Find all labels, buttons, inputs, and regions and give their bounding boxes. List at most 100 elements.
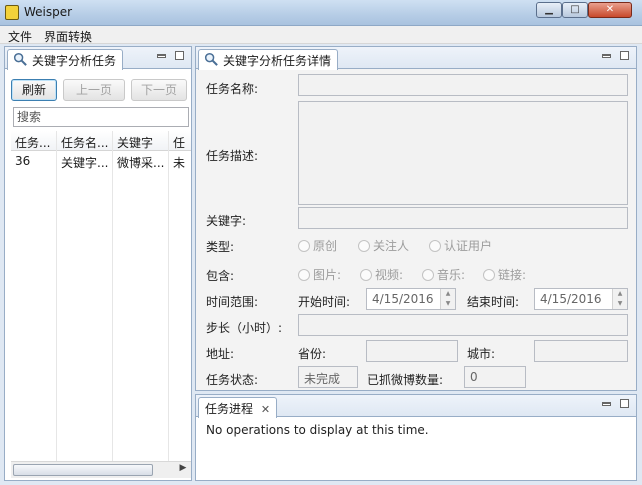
scroll-right-icon[interactable]: ▶ — [177, 463, 189, 477]
end-date-spinner[interactable]: ▲ ▼ — [612, 289, 627, 309]
spin-up-icon[interactable]: ▲ — [441, 289, 455, 299]
spin-down-icon[interactable]: ▼ — [441, 299, 455, 309]
progress-tabbar: 任务进程 ✕ — [196, 395, 636, 418]
start-date-spinner[interactable]: ▲ ▼ — [440, 289, 455, 309]
column-header-status[interactable]: 任 — [173, 134, 191, 151]
horizontal-scrollbar[interactable]: ▶ — [11, 461, 191, 478]
radio-icon — [358, 240, 370, 252]
keyword-field[interactable] — [298, 207, 628, 229]
task-list-tab-label: 关键字分析任务 — [32, 54, 117, 68]
start-time-label: 开始时间: — [298, 295, 351, 309]
include-option-image[interactable]: 图片: — [298, 266, 341, 283]
end-date-picker[interactable]: 4/15/2016 ▲ ▼ — [534, 288, 628, 310]
refresh-button[interactable]: 刷新 — [11, 79, 57, 101]
column-header-keyword[interactable]: 关键字 — [117, 134, 169, 151]
close-tab-icon[interactable]: ✕ — [261, 403, 270, 416]
spin-down-icon[interactable]: ▼ — [613, 299, 627, 309]
type-option-original[interactable]: 原创 — [298, 237, 337, 254]
minimize-view-icon[interactable] — [157, 54, 166, 58]
time-range-label: 时间范围: — [206, 295, 259, 309]
minimize-view-icon[interactable] — [602, 402, 611, 406]
type-option-label: 关注人 — [373, 239, 410, 253]
collected-count-label: 已抓微博数量: — [367, 373, 444, 387]
minimize-button[interactable]: ▁ — [536, 2, 562, 18]
spin-up-icon[interactable]: ▲ — [613, 289, 627, 299]
task-description-field[interactable] — [298, 101, 628, 205]
radio-icon — [422, 269, 434, 281]
include-option-music[interactable]: 音乐: — [422, 266, 465, 283]
table-cell: 36 — [15, 154, 31, 168]
type-option-label: 原创 — [313, 239, 338, 253]
include-option-label: 图片: — [313, 268, 342, 282]
include-option-video[interactable]: 视频: — [360, 266, 403, 283]
task-status-label: 任务状态: — [206, 373, 259, 387]
type-option-following[interactable]: 关注人 — [358, 237, 409, 254]
column-header-task-id[interactable]: 任务... — [15, 134, 55, 151]
end-time-label: 结束时间: — [467, 295, 520, 309]
task-status-value: 未完成 — [304, 372, 341, 386]
next-page-button[interactable]: 下一页 — [131, 79, 187, 101]
progress-message: No operations to display at this time. — [206, 423, 429, 437]
include-option-link[interactable]: 链接: — [483, 266, 526, 283]
column-header-task-name[interactable]: 任务名... — [61, 134, 113, 151]
step-hours-field[interactable] — [298, 314, 628, 336]
minimize-view-icon[interactable] — [602, 54, 611, 58]
include-option-label: 视频: — [375, 268, 404, 282]
window-title: Weisper — [24, 5, 73, 19]
radio-icon — [298, 240, 310, 252]
task-name-label: 任务名称: — [206, 82, 259, 96]
task-description-label: 任务描述: — [206, 149, 259, 163]
scrollbar-thumb[interactable] — [13, 464, 153, 476]
address-label: 地址: — [206, 347, 235, 361]
maximize-button[interactable]: □ — [562, 2, 588, 18]
app-icon — [5, 5, 19, 20]
radio-icon — [298, 269, 310, 281]
include-option-label: 音乐: — [437, 268, 466, 282]
table-column — [57, 131, 113, 461]
table-column — [169, 131, 191, 461]
table-column — [11, 131, 57, 461]
city-field[interactable] — [534, 340, 628, 362]
maximize-view-icon[interactable] — [620, 51, 629, 60]
progress-tab[interactable]: 任务进程 ✕ — [198, 397, 278, 418]
radio-icon — [429, 240, 441, 252]
maximize-view-icon[interactable] — [175, 51, 184, 60]
province-field[interactable] — [366, 340, 458, 362]
collected-count-value: 0 — [470, 370, 478, 384]
maximize-view-icon[interactable] — [620, 399, 629, 408]
close-button[interactable]: ✕ — [588, 2, 632, 18]
task-detail-tabbar: 关键字分析任务详情 — [196, 47, 636, 70]
start-date-value: 4/15/2016 — [372, 292, 434, 306]
type-label: 类型: — [206, 240, 235, 254]
task-status-field: 未完成 — [298, 366, 358, 388]
step-hours-label: 步长（小时）: — [206, 321, 283, 335]
table-row[interactable]: 36 关键字... 微博采... 未 — [11, 151, 191, 171]
task-name-field[interactable] — [298, 74, 628, 96]
menu-file[interactable]: 文件 — [8, 28, 32, 45]
task-detail-panel: 关键字分析任务详情 任务名称: 任务描述: 关键字: 类型: 原创 关注人 认证… — [195, 46, 637, 391]
progress-panel: 任务进程 ✕ No operations to display at this … — [195, 394, 637, 481]
title-bar: Weisper ▁ □ ✕ — [0, 0, 642, 26]
include-label: 包含: — [206, 269, 235, 283]
table-cell: 关键字... — [61, 156, 109, 170]
search-input[interactable] — [13, 107, 189, 127]
radio-icon — [360, 269, 372, 281]
start-date-picker[interactable]: 4/15/2016 ▲ ▼ — [366, 288, 456, 310]
include-option-label: 链接: — [498, 268, 527, 282]
task-detail-tab[interactable]: 关键字分析任务详情 — [198, 49, 339, 70]
prev-page-button[interactable]: 上一页 — [63, 79, 125, 101]
radio-icon — [483, 269, 495, 281]
magnifier-icon — [204, 52, 218, 66]
task-list-tab[interactable]: 关键字分析任务 — [7, 49, 124, 70]
progress-tab-label: 任务进程 — [205, 402, 254, 416]
type-option-verified[interactable]: 认证用户 — [429, 237, 492, 254]
menu-switch-view[interactable]: 界面转换 — [44, 28, 92, 45]
task-list-panel: 关键字分析任务 刷新 上一页 下一页 任务... 任务名... 关键字 任 36… — [4, 46, 192, 481]
table-cell: 微博采... — [117, 156, 165, 170]
province-label: 省份: — [298, 347, 327, 361]
end-date-value: 4/15/2016 — [540, 292, 602, 306]
task-table: 任务... 任务名... 关键字 任 36 关键字... 微博采... 未 — [11, 131, 191, 461]
table-column — [113, 131, 169, 461]
keyword-label: 关键字: — [206, 214, 247, 228]
task-list-tabbar: 关键字分析任务 — [5, 47, 191, 70]
